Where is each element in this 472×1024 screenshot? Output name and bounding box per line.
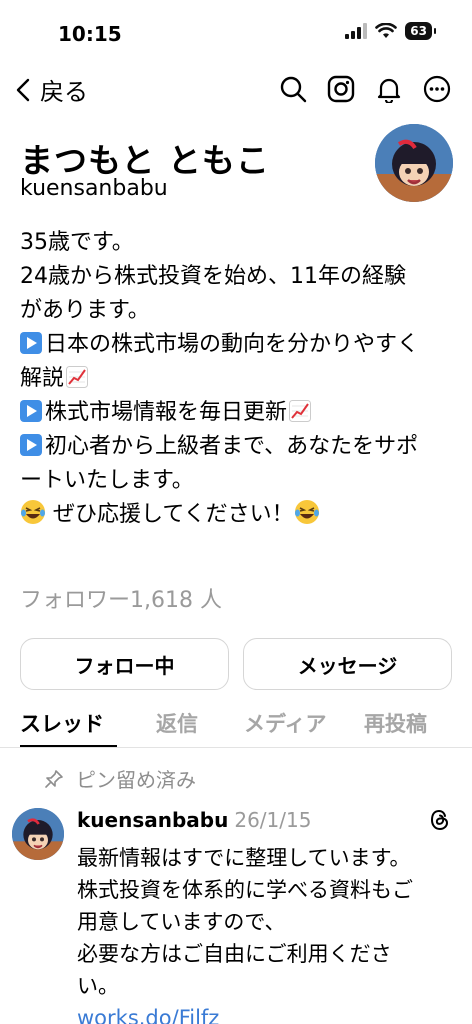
post-line: い。	[77, 974, 119, 998]
bio-line: 日本の株式市場の動向を分かりやすく	[20, 328, 460, 362]
pinned-indicator: ピン留め済み	[44, 764, 196, 793]
tab-replies[interactable]: 返信	[156, 708, 198, 746]
profile-bio: 35歳です。 24歳から株式投資を始め、11年の経験 があります。 日本の株式市…	[20, 226, 460, 532]
tab-threads[interactable]: スレッド	[20, 708, 104, 746]
instagram-icon[interactable]	[326, 74, 356, 104]
bio-line: 24歳から株式投資を始め、11年の経験	[20, 264, 406, 289]
status-time: 10:15	[58, 22, 122, 46]
post-username[interactable]: kuensanbabu	[77, 808, 228, 832]
post-line: 必要な方はご自由にご利用くださ	[77, 942, 392, 966]
bio-line: 株式市場情報を毎日更新	[20, 396, 460, 430]
post-line: 株式投資を体系的に学べる資料もご	[77, 878, 413, 902]
post-avatar[interactable]	[12, 808, 64, 860]
action-row: フォロー中 メッセージ	[20, 638, 452, 690]
bio-line: ートいたします。	[20, 468, 194, 493]
active-tab-indicator	[20, 745, 117, 747]
post-date: 26/1/15	[234, 808, 312, 832]
signal-icon	[345, 23, 368, 39]
post-link[interactable]: works.do/Filfz	[77, 1006, 219, 1024]
bio-line: 解説	[20, 362, 460, 396]
play-button-icon	[20, 434, 42, 456]
laughing-tears-icon	[21, 500, 45, 524]
threads-icon[interactable]	[428, 808, 452, 832]
chevron-left-icon	[16, 78, 30, 101]
battery-indicator: 63	[405, 22, 436, 40]
profile-username: kuensanbabu	[20, 176, 168, 201]
play-button-icon	[20, 400, 42, 422]
back-label: 戻る	[40, 78, 88, 106]
tab-reposts[interactable]: 再投稿	[364, 708, 427, 746]
laughing-tears-icon	[294, 500, 319, 524]
status-bar: 10:15 63	[0, 0, 472, 64]
profile-tabs: スレッド 返信 メディア 再投稿	[0, 708, 472, 748]
post-line: 最新情報はすでに整理しています。	[77, 846, 411, 870]
bio-line: 初心者から上級者まで、あなたをサポ	[20, 430, 460, 464]
more-icon[interactable]	[422, 74, 452, 104]
search-icon[interactable]	[278, 74, 308, 104]
pinned-label: ピン留め済み	[76, 768, 196, 792]
back-button[interactable]: 戻る	[16, 72, 88, 107]
post-body: 最新情報はすでに整理しています。 株式投資を体系的に学べる資料もご 用意していま…	[77, 842, 457, 1002]
bio-line: ぜひ応援してください！	[20, 498, 460, 532]
message-button[interactable]: メッセージ	[243, 638, 452, 690]
tab-media[interactable]: メディア	[244, 708, 327, 746]
chart-increasing-icon	[66, 366, 89, 388]
bio-line: があります。	[20, 298, 150, 323]
play-button-icon	[20, 332, 42, 354]
wifi-icon	[375, 23, 398, 38]
avatar[interactable]	[375, 124, 453, 202]
following-button[interactable]: フォロー中	[20, 638, 229, 690]
nav-bar: 戻る	[0, 66, 472, 114]
pin-icon	[45, 769, 63, 788]
chart-increasing-icon	[289, 400, 312, 422]
status-icons: 63	[345, 22, 436, 40]
post-header: kuensanbabu 26/1/15	[77, 808, 311, 832]
post-line: 用意していますので、	[77, 910, 286, 934]
followers-count[interactable]: フォロワー1,618 人	[20, 582, 222, 614]
bio-line: 35歳です。	[20, 230, 134, 255]
nav-icons	[278, 74, 452, 104]
bell-icon[interactable]	[374, 74, 404, 104]
display-name: まつもと ともこ	[20, 141, 270, 180]
